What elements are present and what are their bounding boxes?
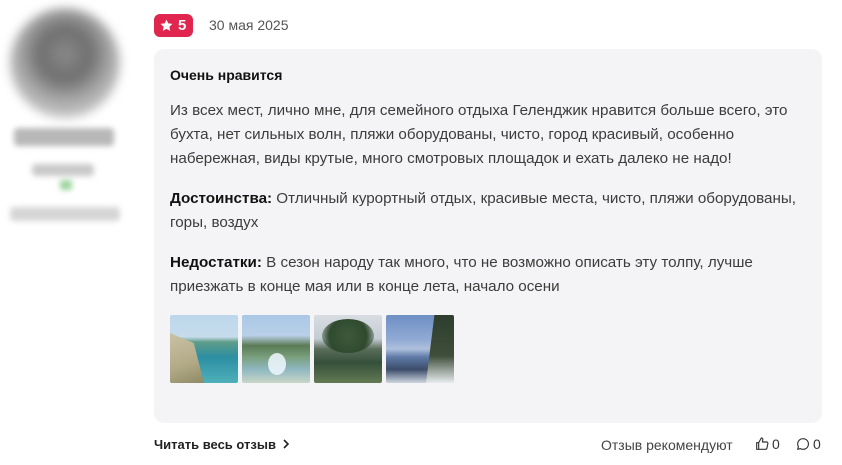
review-photo[interactable] — [314, 315, 382, 383]
avatar[interactable] — [10, 8, 120, 118]
review-body: Из всех мест, лично мне, для семейного о… — [170, 102, 788, 167]
review-pros: Достоинства: Отличный курортный отдых, к… — [170, 187, 806, 235]
review-photo[interactable] — [386, 315, 454, 383]
author-subtitle-blurred — [32, 164, 94, 176]
pros-label: Достоинства: — [170, 190, 273, 207]
chevron-right-icon — [282, 437, 290, 452]
comment-icon — [795, 436, 811, 452]
read-full-review-link[interactable]: Читать весь отзыв — [154, 437, 290, 452]
review-cons: Недостатки: В сезон народу так много, чт… — [170, 251, 806, 299]
review-date: 30 мая 2025 — [209, 17, 289, 33]
recommend-label: Отзыв рекомендуют — [601, 437, 733, 453]
author-block — [0, 0, 130, 240]
star-icon — [159, 18, 174, 33]
comments-count: 0 — [813, 436, 821, 452]
review-title: Очень нравится — [170, 67, 283, 83]
review-photo[interactable] — [242, 315, 310, 383]
like-button[interactable]: 0 — [754, 436, 780, 452]
cons-label: Недостатки: — [170, 254, 262, 271]
comments-button[interactable]: 0 — [795, 436, 821, 452]
author-name-blurred[interactable] — [14, 128, 114, 146]
review-photo[interactable] — [170, 315, 238, 383]
photo-gallery — [170, 315, 806, 383]
review-card: Очень нравится Из всех мест, лично мне, … — [154, 49, 822, 423]
thumbs-up-icon — [754, 436, 770, 452]
rating-value: 5 — [178, 17, 187, 34]
likes-count: 0 — [772, 436, 780, 452]
read-more-label: Читать весь отзыв — [154, 437, 276, 452]
rating-badge: 5 — [154, 14, 194, 37]
author-meta-blurred — [10, 207, 120, 221]
online-indicator-blurred — [60, 180, 72, 190]
